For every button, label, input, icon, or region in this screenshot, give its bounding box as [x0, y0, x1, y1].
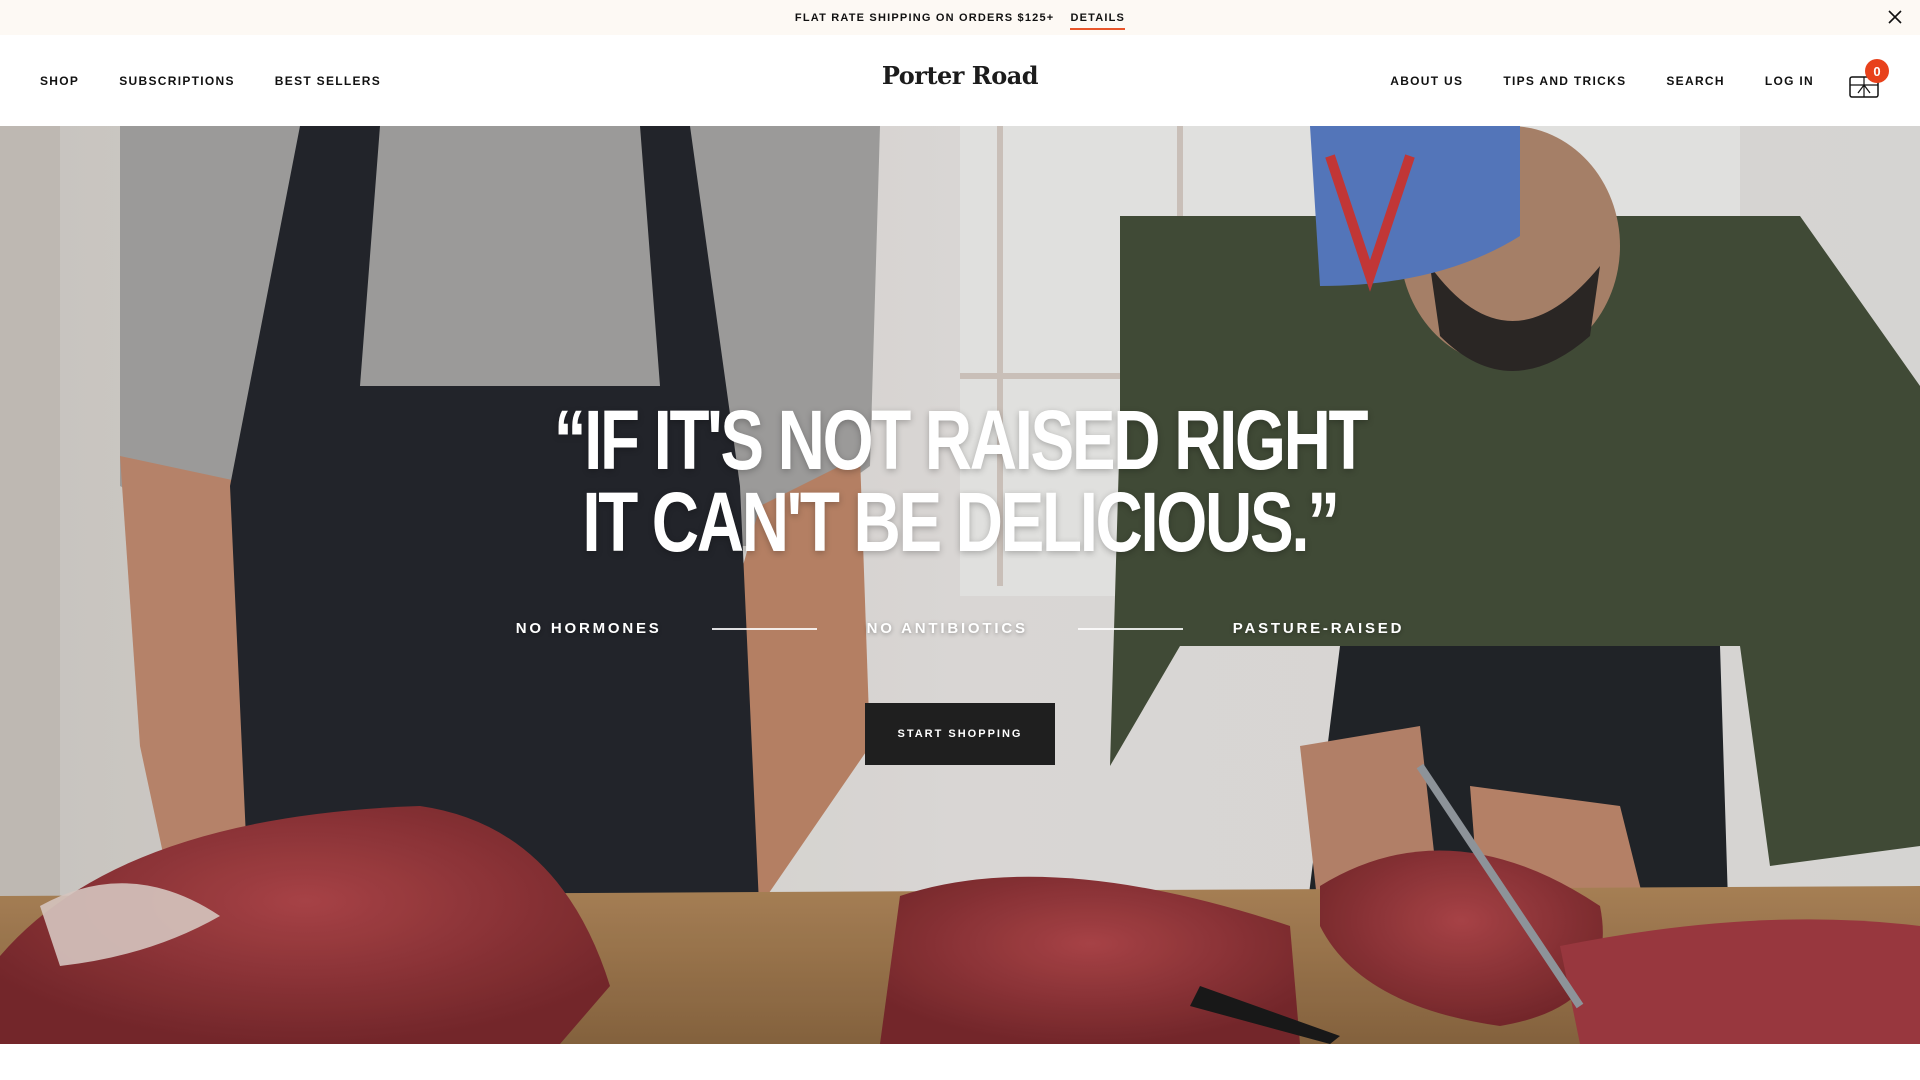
start-shopping-button[interactable]: START SHOPPING	[865, 703, 1055, 765]
hero-butchers-image	[0, 126, 1920, 1044]
hero-headline: “IF IT'S NOT RAISED RIGHT IT CAN'T BE DE…	[211, 393, 1709, 569]
secondary-nav: ABOUT US TIPS AND TRICKS SEARCH LOG IN	[1350, 35, 1814, 126]
promo-text: FLAT RATE SHIPPING ON ORDERS $125+	[794, 11, 1055, 24]
cart-count-badge: 0	[1865, 59, 1889, 83]
feature-divider	[711, 627, 817, 630]
hero-headline-line-2: IT CAN'T BE DELICIOUS.”	[582, 475, 1340, 569]
close-icon[interactable]	[1884, 6, 1906, 28]
promo-bar: FLAT RATE SHIPPING ON ORDERS $125+ DETAI…	[0, 0, 1920, 35]
feature-no-hormones: NO HORMONES	[515, 620, 662, 637]
promo-details-link[interactable]: DETAILS	[1070, 12, 1126, 30]
feature-no-antibiotics: NO ANTIBIOTICS	[866, 620, 1028, 637]
nav-about-us[interactable]: ABOUT US	[1390, 74, 1463, 88]
cart-button[interactable]: 0	[1848, 59, 1889, 101]
feature-divider	[1077, 627, 1183, 630]
nav-search[interactable]: SEARCH	[1666, 74, 1724, 88]
nav-log-in[interactable]: LOG IN	[1765, 74, 1814, 88]
nav-tips-and-tricks[interactable]: TIPS AND TRICKS	[1503, 74, 1626, 88]
site-header: SHOP SUBSCRIPTIONS BEST SELLERS Porter R…	[0, 35, 1920, 126]
feature-pasture-raised: PASTURE-RAISED	[1232, 620, 1405, 637]
hero-section: “IF IT'S NOT RAISED RIGHT IT CAN'T BE DE…	[0, 126, 1920, 1044]
feature-list: NO HORMONES NO ANTIBIOTICS PASTURE-RAISE…	[0, 620, 1920, 637]
hero-headline-line-1: “IF IT'S NOT RAISED RIGHT	[553, 393, 1369, 487]
